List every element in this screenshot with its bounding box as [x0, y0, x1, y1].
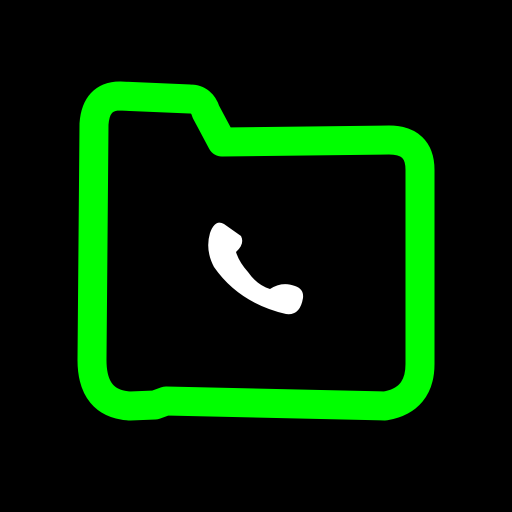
call-folder-icon	[77, 81, 435, 421]
folder-icon	[77, 81, 435, 421]
phone-handset-icon	[208, 222, 304, 315]
app-icon[interactable]	[0, 0, 512, 512]
